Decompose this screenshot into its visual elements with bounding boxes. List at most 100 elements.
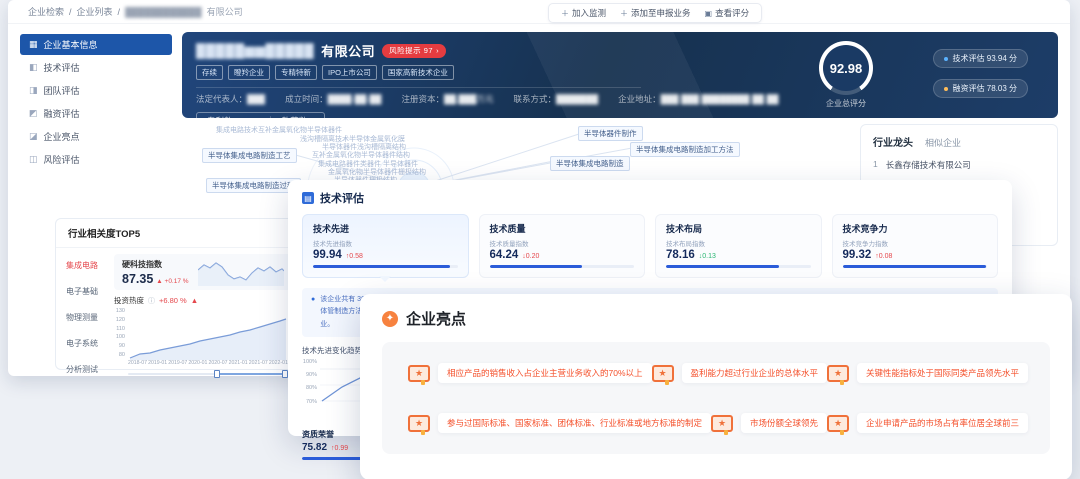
industry-tabs: 行业龙头 相似企业	[873, 134, 1045, 149]
company-link: 长鑫存储技术有限公司	[886, 159, 971, 171]
graph-node-box[interactable]: 半导体集成电路制造加工方法	[630, 142, 740, 157]
sidebar-item-label: 企业基本信息	[44, 38, 98, 51]
breadcrumb: 企业检索 / 企业列表 / ████████████ 有限公司	[28, 5, 243, 18]
breadcrumb-separator: /	[69, 7, 72, 17]
arrow-up-icon: ▲	[191, 296, 198, 305]
topbar: 企业检索 / 企业列表 / ████████████ 有限公司 ＋ 加入监测 ＋…	[8, 0, 1070, 24]
report-icon: ▣	[705, 9, 713, 18]
graph-node-box[interactable]: 半导体器件制作	[578, 126, 643, 141]
patents-value: 11,438	[235, 116, 261, 118]
view-score-button[interactable]: ▣ 查看评分	[705, 7, 750, 19]
metric-subtitle: 技术竞争力指数	[843, 238, 988, 248]
tag-gazelle: 瞪羚企业	[228, 65, 270, 80]
highlight-item: ★ 市场份额全球领先	[711, 413, 827, 433]
company-info-row: 法定代表人：███ 成立时间：████-██-██ 注册资本：██,███万元 …	[196, 93, 1044, 105]
field-label: 企业地址：	[618, 94, 661, 104]
sidebar-item-label: 融资评估	[44, 107, 80, 120]
total-score-value: 92.98	[823, 45, 869, 91]
bullet-icon: ●	[311, 294, 315, 331]
sidebar-item-highlights[interactable]: ◪ 企业亮点	[20, 126, 172, 147]
metric-delta: ↑0.99	[331, 445, 348, 452]
gauge-ring: 92.98	[819, 41, 873, 95]
metric-card-competitiveness[interactable]: 技术竞争力 技术竞争力指数 99.32↑0.08	[832, 214, 999, 278]
investment-line-chart	[128, 308, 288, 360]
add-to-declare-label: 添加至申报业务	[631, 7, 691, 19]
highlights-badge-icon: ✦	[382, 311, 398, 327]
slider-handle-left[interactable]	[214, 370, 220, 378]
axis-tick: 130	[114, 308, 125, 314]
metric-name: 技术先进	[313, 222, 458, 235]
tab-industry-leader[interactable]: 行业龙头	[873, 134, 913, 149]
tech-score-pill: 技术评估 93.94 分	[933, 49, 1028, 68]
breadcrumb-list[interactable]: 企业列表	[77, 5, 113, 18]
highlights-title: 企业亮点	[406, 308, 466, 329]
highlights-header: ✦ 企业亮点	[382, 308, 1050, 329]
risk-alert-badge[interactable]: 风险提示 97 ›	[382, 44, 446, 58]
finance-score-label: 融资评估 78.03 分	[953, 83, 1017, 94]
divider: │	[268, 116, 273, 118]
graph-node-box[interactable]: 半导体集成电路制造工艺	[202, 148, 297, 163]
metric-value: 75.82	[302, 442, 327, 453]
add-monitor-button[interactable]: ＋ 加入监测	[561, 7, 606, 19]
tech-eval-icon: ◧	[29, 62, 38, 73]
axis-tick: 2020-01	[188, 360, 207, 366]
industry-relevance-card: 行业相关度TOP5 集成电路 电子基础 物理测量 电子系统 分析测试 硬科技指数…	[55, 218, 303, 370]
divider	[196, 87, 641, 88]
info-icon[interactable]: ⓘ	[148, 296, 155, 306]
dot-icon	[944, 87, 948, 91]
add-to-declare-button[interactable]: ＋ 添加至申报业务	[620, 7, 691, 19]
metric-name: 技术布局	[666, 222, 811, 235]
field-label: 联系方式：	[513, 94, 556, 104]
company-name-row: █████▆▆█████ 有限公司 风险提示 97 ›	[196, 41, 1044, 60]
slider-handle-right[interactable]	[282, 370, 288, 378]
tab-integrated-circuit[interactable]: 集成电路	[66, 260, 112, 271]
field-value-redacted: ████-██-██	[328, 94, 382, 104]
highlights-row: ★ 参与过国际标准、国家标准、团体标准、行业标准或地方标准的制定 ★ 市场份额全…	[408, 413, 1024, 433]
metric-card-layout[interactable]: 技术布局 技术布局指数 78.16↓0.13	[655, 214, 822, 278]
field-value-redacted: ███████	[556, 94, 598, 104]
certificate-star-icon: ★	[408, 415, 430, 432]
list-item[interactable]: 1 长鑫存储技术有限公司	[873, 159, 1045, 171]
progress-bar	[313, 265, 458, 268]
tech-eval-title: 技术评估	[320, 190, 364, 206]
metric-card-advanced[interactable]: 技术先进 技术先进指数 99.94↑0.58	[302, 214, 469, 278]
breadcrumb-search[interactable]: 企业检索	[28, 5, 64, 18]
axis-tick: 90	[114, 343, 125, 349]
highlight-item: ★ 参与过国际标准、国家标准、团体标准、行业标准或地方标准的制定	[408, 413, 711, 433]
graph-node-box[interactable]: 半导体集成电路制造	[550, 156, 630, 171]
software-copyright-label: 软著数	[282, 116, 308, 118]
highlight-text: 企业申请产品的市场占有率位居全球前三	[857, 413, 1028, 433]
team-eval-icon: ◨	[29, 85, 38, 96]
field-label: 成立时间：	[285, 94, 328, 104]
tab-physical-measure[interactable]: 物理测量	[66, 312, 112, 323]
chart-icon: ▤	[302, 192, 314, 204]
sidebar: ▦ 企业基本信息 ◧ 技术评估 ◨ 团队评估 ◩ 融资评估 ◪ 企业亮点 ◫ 风…	[20, 34, 172, 170]
certificate-star-icon: ★	[827, 365, 849, 382]
tab-similar-companies[interactable]: 相似企业	[925, 136, 961, 149]
topbar-actions: ＋ 加入监测 ＋ 添加至申报业务 ▣ 查看评分	[548, 3, 762, 23]
sidebar-item-finance-eval[interactable]: ◩ 融资评估	[20, 103, 172, 124]
plus-icon: ＋	[620, 8, 628, 19]
sidebar-item-risk-eval[interactable]: ◫ 风险评估	[20, 149, 172, 170]
metric-name: 技术质量	[490, 222, 635, 235]
tab-electronic-system[interactable]: 电子系统	[66, 338, 112, 349]
metric-card-quality[interactable]: 技术质量 技术质量指数 64.24↓0.20	[479, 214, 646, 278]
tag-hightech: 国家高新技术企业	[382, 65, 454, 80]
metric-value: 78.16	[666, 249, 695, 261]
highlight-text: 盈利能力超过行业企业的总体水平	[682, 363, 828, 383]
slider-range[interactable]	[216, 373, 285, 375]
field-value-redacted: ███ ███ ████████ ██ ██	[661, 94, 779, 104]
axis-tick: 2020-07	[209, 360, 228, 366]
sidebar-item-tech-eval[interactable]: ◧ 技术评估	[20, 57, 172, 78]
tab-electronics-basic[interactable]: 电子基础	[66, 286, 112, 297]
sidebar-item-basic-info[interactable]: ▦ 企业基本信息	[20, 34, 172, 55]
hardtech-index-box: 硬科技指数 87.35▲ +0.17 %	[114, 254, 292, 290]
date-range-slider	[128, 369, 288, 378]
metric-value: 99.32	[843, 249, 872, 261]
axis-tick: 2021-01	[229, 360, 248, 366]
graph-node-box[interactable]: 半导体集成电路制造过程	[206, 178, 301, 193]
highlight-text: 市场份额全球领先	[741, 413, 827, 433]
axis-tick: 110	[114, 326, 125, 332]
tab-analysis-test[interactable]: 分析测试	[66, 364, 112, 375]
sidebar-item-team-eval[interactable]: ◨ 团队评估	[20, 80, 172, 101]
